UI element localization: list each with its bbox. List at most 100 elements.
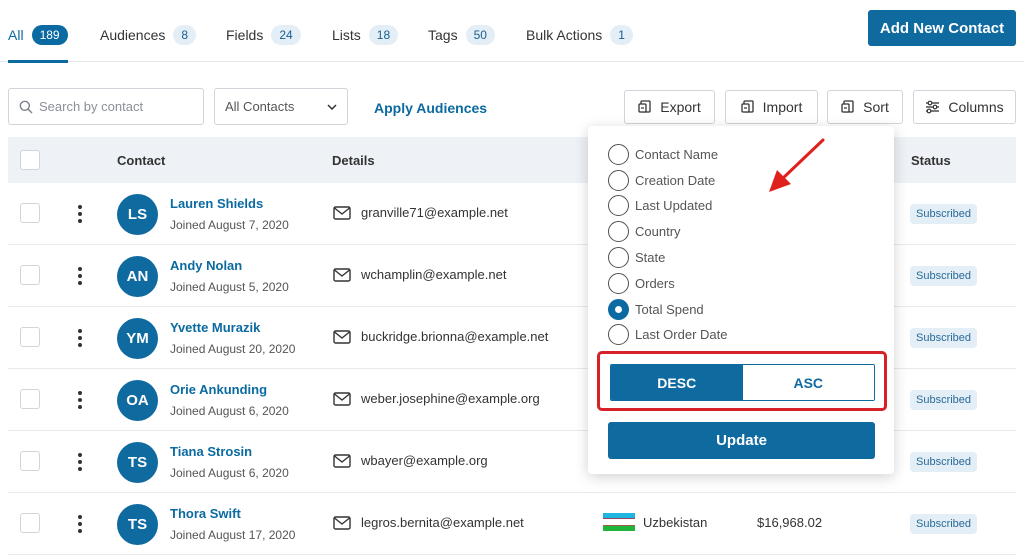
contact-name-link[interactable]: Orie Ankunding — [170, 382, 267, 397]
contact-name-link[interactable]: Tiana Strosin — [170, 444, 252, 459]
row-actions-menu-icon[interactable] — [78, 329, 82, 347]
sort-icon — [841, 100, 854, 113]
radio-button[interactable] — [608, 169, 629, 191]
import-label: Import — [762, 99, 803, 115]
tab-count: 1 — [610, 25, 633, 45]
sort-option-label: Total Spend — [635, 301, 704, 317]
sort-order-highlight: DESC ASC — [597, 351, 887, 411]
status-badge: Subscribed — [910, 204, 978, 224]
search-input[interactable] — [39, 99, 189, 114]
table-row: TS Thora Swift Joined August 17, 2020 le… — [8, 493, 1016, 555]
sort-button[interactable]: Sort — [827, 90, 903, 124]
radio-button[interactable] — [608, 246, 629, 268]
contact-country: Uzbekistan — [643, 515, 708, 530]
contact-name-link[interactable]: Andy Nolan — [170, 258, 242, 273]
columns-button[interactable]: Columns — [913, 90, 1016, 124]
sort-option-contact-name[interactable]: Contact Name — [608, 143, 718, 165]
mail-icon — [333, 206, 351, 220]
sort-option-label: Last Order Date — [635, 326, 728, 342]
mail-icon — [333, 330, 351, 344]
sort-option-country[interactable]: Country — [608, 220, 681, 242]
radio-button-selected[interactable] — [608, 298, 629, 320]
export-icon — [638, 100, 651, 113]
tab-all[interactable]: All 189 — [8, 24, 68, 46]
annotation-arrow-icon — [769, 138, 825, 192]
avatar: TS — [117, 442, 158, 483]
sort-option-state[interactable]: State — [608, 246, 665, 268]
status-badge: Subscribed — [910, 390, 978, 410]
status-badge: Subscribed — [910, 328, 978, 348]
row-checkbox[interactable] — [20, 265, 40, 285]
joined-date: Joined August 5, 2020 — [170, 280, 289, 294]
add-new-contact-button[interactable]: Add New Contact — [868, 10, 1016, 46]
tab-audiences[interactable]: Audiences 8 — [100, 24, 197, 46]
radio-button[interactable] — [608, 220, 629, 242]
contact-email: buckridge.brionna@example.net — [361, 329, 549, 344]
contact-name-link[interactable]: Thora Swift — [170, 506, 241, 521]
row-checkbox[interactable] — [20, 327, 40, 347]
joined-date: Joined August 6, 2020 — [170, 404, 289, 418]
row-actions-menu-icon[interactable] — [78, 205, 82, 223]
radio-button[interactable] — [608, 272, 629, 294]
mail-icon — [333, 268, 351, 282]
sort-desc-button[interactable]: DESC — [611, 365, 743, 400]
tab-count: 50 — [465, 25, 495, 45]
radio-button[interactable] — [608, 143, 629, 165]
sort-option-label: Last Updated — [635, 197, 713, 213]
uzbekistan-flag-icon — [603, 513, 635, 531]
mail-icon — [333, 454, 351, 468]
contact-name-link[interactable]: Yvette Murazik — [170, 320, 260, 335]
radio-button[interactable] — [608, 323, 629, 345]
tab-count: 189 — [31, 25, 68, 45]
row-checkbox[interactable] — [20, 451, 40, 471]
tab-label: Lists — [332, 27, 361, 43]
apply-audiences-link[interactable]: Apply Audiences — [374, 100, 487, 116]
joined-date: Joined August 20, 2020 — [170, 342, 296, 356]
filter-value: All Contacts — [225, 99, 295, 114]
sort-order-toggle: DESC ASC — [610, 364, 875, 401]
avatar: LS — [117, 194, 158, 235]
sort-option-last-order-date[interactable]: Last Order Date — [608, 323, 728, 345]
sort-option-label: Country — [635, 223, 681, 239]
tab-bulk-actions[interactable]: Bulk Actions 1 — [526, 24, 633, 46]
row-actions-menu-icon[interactable] — [78, 391, 82, 409]
mail-icon — [333, 516, 351, 530]
status-badge: Subscribed — [910, 266, 978, 286]
row-actions-menu-icon[interactable] — [78, 453, 82, 471]
row-checkbox[interactable] — [20, 513, 40, 533]
select-all-checkbox[interactable] — [20, 150, 40, 170]
tab-count: 8 — [173, 25, 197, 45]
sort-update-button[interactable]: Update — [608, 422, 875, 459]
row-checkbox[interactable] — [20, 389, 40, 409]
search-icon — [19, 100, 33, 113]
status-badge: Subscribed — [910, 452, 978, 472]
sort-option-total-spend[interactable]: Total Spend — [608, 298, 704, 320]
row-actions-menu-icon[interactable] — [78, 267, 82, 285]
avatar: TS — [117, 504, 158, 545]
sort-option-last-updated[interactable]: Last Updated — [608, 194, 712, 216]
export-button[interactable]: Export — [624, 90, 715, 124]
row-actions-menu-icon[interactable] — [78, 515, 82, 533]
sort-asc-button[interactable]: ASC — [742, 365, 874, 400]
search-box[interactable] — [8, 88, 204, 125]
sort-option-label: State — [635, 249, 666, 265]
contact-name-link[interactable]: Lauren Shields — [170, 196, 263, 211]
header-contact: Contact — [117, 153, 166, 168]
contact-email: granville71@example.net — [361, 205, 508, 220]
tab-count: 24 — [271, 25, 301, 45]
contacts-filter-select[interactable]: All Contacts — [214, 88, 348, 125]
export-label: Export — [660, 99, 701, 115]
tab-label: Audiences — [100, 27, 166, 43]
tab-tags[interactable]: Tags 50 — [428, 24, 495, 46]
tab-lists[interactable]: Lists 18 — [332, 24, 399, 46]
columns-label: Columns — [948, 99, 1004, 115]
sort-option-label: Creation Date — [635, 172, 716, 188]
row-checkbox[interactable] — [20, 203, 40, 223]
joined-date: Joined August 7, 2020 — [170, 218, 289, 232]
sort-option-creation-date[interactable]: Creation Date — [608, 169, 715, 191]
radio-button[interactable] — [608, 194, 629, 216]
tab-fields[interactable]: Fields 24 — [226, 24, 301, 46]
tab-label: All — [8, 27, 24, 43]
sort-option-orders[interactable]: Orders — [608, 272, 675, 294]
import-button[interactable]: Import — [725, 90, 818, 124]
